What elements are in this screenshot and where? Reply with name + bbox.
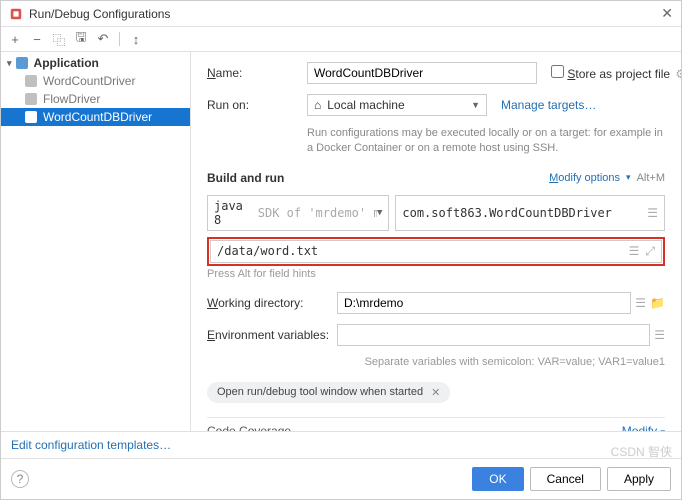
runon-label: Run on: <box>207 98 307 112</box>
copy-button[interactable]: ⿻ <box>51 31 67 47</box>
shortcut-hint: Alt+M <box>637 172 665 184</box>
workdir-input[interactable] <box>337 292 631 314</box>
store-checkbox-box[interactable] <box>551 65 564 78</box>
app-icon <box>9 7 23 21</box>
folder-icon[interactable]: 📁 <box>650 296 665 310</box>
application-icon <box>25 75 37 87</box>
manage-targets-link[interactable]: Manage targets… <box>501 98 596 112</box>
sidebar: ▾ Application WordCountDriver FlowDriver… <box>1 52 191 431</box>
main-panel: Name: Store as project file ⚙ Run on: ⌂ … <box>191 52 681 431</box>
reorder-button[interactable]: ↕ <box>128 31 144 47</box>
field-hint: Press Alt for field hints <box>207 268 665 280</box>
main-class-value: com.soft863.WordCountDBDriver <box>402 206 612 220</box>
name-label: Name: <box>207 66 307 80</box>
tree-item-label: FlowDriver <box>43 92 100 106</box>
modify-coverage-link[interactable]: Modify ▾ <box>622 424 665 431</box>
application-icon <box>16 57 28 69</box>
program-args-input[interactable]: /data/word.txt ☰ ⤢ <box>210 240 662 263</box>
menu-icon[interactable]: ☰ <box>654 328 665 342</box>
program-args-highlight: /data/word.txt ☰ ⤢ <box>207 237 665 266</box>
chevron-down-icon: ▼ <box>377 208 382 218</box>
tree-item-selected[interactable]: WordCountDBDriver <box>1 108 190 126</box>
build-run-section: Build and run Modify options ▾ Alt+M <box>207 171 665 185</box>
section-title: Build and run <box>207 171 549 185</box>
tree-item-label: WordCountDriver <box>43 74 135 88</box>
menu-icon[interactable]: ☰ <box>629 244 640 259</box>
footer-links: Edit configuration templates… <box>1 431 681 458</box>
tag-label: Open run/debug tool window when started <box>217 386 423 398</box>
tree-root-application[interactable]: ▾ Application <box>1 54 190 72</box>
runon-select[interactable]: ⌂ Local machine ▼ <box>307 94 487 116</box>
code-coverage-section[interactable]: Code Coverage Modify ▾ <box>207 417 665 431</box>
store-as-project-checkbox[interactable]: Store as project file ⚙ <box>551 65 651 81</box>
section-label: Code Coverage <box>207 424 622 431</box>
apply-button[interactable]: Apply <box>607 467 671 491</box>
add-button[interactable]: + <box>7 31 23 47</box>
dialog-buttons: ? OK Cancel Apply <box>1 458 681 499</box>
workdir-label: Working directory: <box>207 296 337 310</box>
tree-item[interactable]: FlowDriver <box>1 90 190 108</box>
menu-icon[interactable]: ☰ <box>647 206 658 220</box>
store-label: Store as project file <box>567 67 670 81</box>
cancel-button[interactable]: Cancel <box>530 467 601 491</box>
name-input[interactable] <box>307 62 537 84</box>
env-label: Environment variables: <box>207 328 337 342</box>
titlebar: Run/Debug Configurations ✕ <box>1 1 681 27</box>
menu-icon[interactable]: ☰ <box>635 296 646 310</box>
jdk-name: java 8 <box>214 199 254 227</box>
chevron-down-icon: ▼ <box>471 100 480 110</box>
runon-hint: Run configurations may be executed local… <box>307 126 665 157</box>
close-icon[interactable]: ✕ <box>661 5 673 22</box>
remove-tag-icon[interactable]: ✕ <box>431 386 440 399</box>
edit-templates-link[interactable]: Edit configuration templates… <box>11 438 171 452</box>
tree-item-label: WordCountDBDriver <box>43 110 152 124</box>
help-button[interactable]: ? <box>11 470 29 488</box>
chevron-down-icon: ▾ <box>7 58 12 69</box>
application-icon <box>25 93 37 105</box>
env-input[interactable] <box>337 324 650 346</box>
jdk-select[interactable]: java 8 SDK of 'mrdemo' mo ▼ <box>207 195 389 231</box>
ok-button[interactable]: OK <box>472 467 523 491</box>
config-toolbar: + − ⿻ 🖫 ↶ ↕ <box>1 27 681 52</box>
target-icon: ⌂ <box>314 98 321 112</box>
main-class-input[interactable]: com.soft863.WordCountDBDriver ☰ <box>395 195 665 231</box>
revert-button[interactable]: ↶ <box>95 31 111 47</box>
tree-root-label: Application <box>34 56 99 70</box>
save-button[interactable]: 🖫 <box>73 31 89 47</box>
application-icon <box>25 111 37 123</box>
separator <box>119 32 120 46</box>
open-tool-window-tag[interactable]: Open run/debug tool window when started … <box>207 382 450 403</box>
remove-button[interactable]: − <box>29 31 45 47</box>
dialog-title: Run/Debug Configurations <box>29 7 661 21</box>
env-hint: Separate variables with semicolon: VAR=v… <box>207 356 665 368</box>
runon-value: Local machine <box>327 98 404 112</box>
modify-options-link[interactable]: Modify options <box>549 172 620 184</box>
tree-item[interactable]: WordCountDriver <box>1 72 190 90</box>
jdk-hint: SDK of 'mrdemo' mo <box>258 206 377 220</box>
expand-icon[interactable]: ⤢ <box>645 244 655 259</box>
chevron-down-icon: ▾ <box>626 172 631 183</box>
program-args-value: /data/word.txt <box>217 244 318 258</box>
gear-icon[interactable]: ⚙ <box>675 67 681 81</box>
